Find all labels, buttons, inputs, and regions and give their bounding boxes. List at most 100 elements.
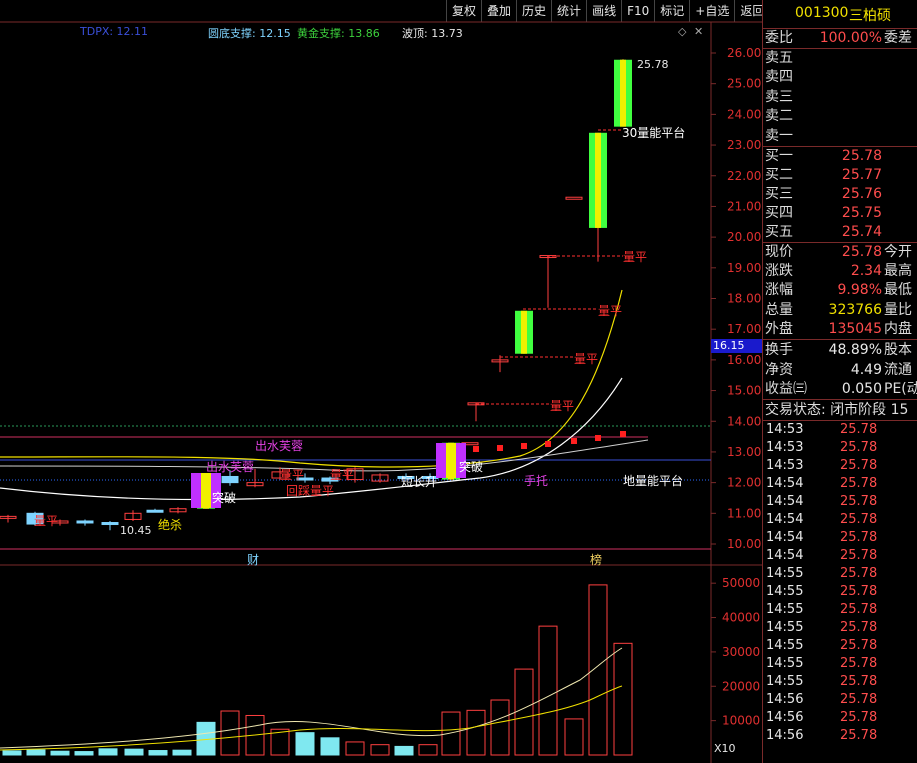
bid-row-3-value: 25.75: [841, 205, 882, 221]
tick-price: 25.78: [840, 422, 878, 437]
volume-bar: [148, 750, 168, 756]
huiju-annotation: 回踩量平: [286, 484, 335, 498]
volume-axis-label: 50000: [722, 576, 760, 590]
close-icon[interactable]: ✕: [694, 25, 703, 38]
volume-bar: [418, 744, 438, 756]
bid-row-2: 买三 25.76: [763, 185, 917, 204]
stat2-row-2: 收益㈢ 0.050 PE(动: [763, 380, 917, 399]
stock-header: 001300 三柏硕: [763, 0, 917, 28]
bid-row-0-value: 25.78: [841, 148, 882, 164]
bid-row-4-value: 25.74: [841, 224, 882, 240]
tick-time: 14:55: [766, 566, 804, 581]
stock-name: 三柏硕: [849, 8, 891, 24]
stat-row-2: 涨幅 9.98% 最低: [763, 281, 917, 300]
bid-row-4-label: 买五: [765, 224, 793, 240]
price-axis-label: 16.00: [727, 353, 761, 367]
ask-row-4: 卖一: [763, 127, 917, 146]
tick-time: 14:56: [766, 710, 804, 725]
bid-row-3-label: 买四: [765, 205, 793, 221]
duanchang-annotation: 短长升: [401, 475, 438, 489]
stat-row-0-value: 25.78: [841, 244, 882, 260]
tick-row: 14:56 25.78: [763, 727, 917, 745]
volume-bar: [124, 748, 144, 756]
tick-price: 25.78: [840, 602, 878, 617]
tick-time: 14:55: [766, 602, 804, 617]
stat-row-0-label2: 今开: [884, 244, 912, 260]
tick-price: 25.78: [840, 548, 878, 563]
event-label-cai: 财: [247, 553, 260, 567]
ask-row-3-label: 卖二: [765, 108, 793, 125]
stat-row-1-value: 2.34: [850, 263, 882, 280]
wave-top-indicator: 波顶: 13.73: [402, 27, 463, 40]
tick-row: 14:54 25.78: [763, 529, 917, 547]
tick-row: 14:54 25.78: [763, 547, 917, 565]
candle-body: [76, 520, 94, 524]
liangping-annotation-2: 量平: [598, 304, 623, 318]
stat-row-1-label2: 最高: [884, 263, 912, 280]
price-axis-label: 17.00: [727, 322, 761, 336]
volume-bar: [370, 744, 390, 756]
signal-dot: [571, 438, 577, 444]
bid-row-2-value: 25.76: [841, 186, 882, 202]
volume-bar: [466, 709, 486, 756]
price-axis-label: 18.00: [727, 292, 761, 306]
liangping-annotation-6: 量平: [330, 468, 355, 482]
quote-panel: 001300 三柏硕 委比 100.00% 委差 卖五 卖四 卖三 卖二 卖一 买一 25…: [762, 0, 917, 763]
diamond-icon[interactable]: ◇: [678, 25, 686, 38]
candle-body-core: [620, 59, 626, 127]
tick-row: 14:55 25.78: [763, 583, 917, 601]
price-axis-label: 24.00: [727, 107, 761, 121]
bid-row-1-value: 25.77: [841, 167, 882, 183]
liangping-annotation-4: 量平: [550, 399, 575, 413]
volume-bar: [26, 749, 46, 756]
signal-dot: [473, 446, 479, 452]
tupo-annotation-2: 突破: [459, 460, 484, 474]
volume-bar: [394, 745, 414, 756]
tick-price: 25.78: [840, 530, 878, 545]
candle-body-core: [521, 310, 527, 354]
tick-time: 14:54: [766, 494, 804, 509]
bid-row-1: 买二 25.77: [763, 166, 917, 185]
tick-time: 14:54: [766, 476, 804, 491]
bid-row-4: 买五 25.74: [763, 223, 917, 242]
tick-time: 14:55: [766, 674, 804, 689]
volume-axis-label: 10000: [722, 714, 760, 728]
tick-row: 14:55 25.78: [763, 619, 917, 637]
tick-price: 25.78: [840, 638, 878, 653]
tick-row: 14:55 25.78: [763, 655, 917, 673]
tick-price: 25.78: [840, 440, 878, 455]
volume-bar: [320, 737, 340, 756]
stat-row-1-label: 涨跌: [765, 263, 793, 280]
tick-row: 14:55 25.78: [763, 565, 917, 583]
tick-price: 25.78: [840, 512, 878, 527]
ask-row-1-label: 卖四: [765, 69, 793, 86]
volume-axis-label: 20000: [722, 679, 760, 693]
liangping-annotation-1: 量平: [623, 250, 648, 264]
price-axis-label: 22.00: [727, 169, 761, 183]
tick-row: 14:56 25.78: [763, 709, 917, 727]
tick-row: 14:54 25.78: [763, 493, 917, 511]
volume-bar: [345, 741, 365, 756]
stat2-row-0: 换手 48.89% 股本: [763, 341, 917, 360]
current-price-tag: 16.15: [711, 339, 764, 353]
candle-body: [146, 509, 164, 513]
kline-chart[interactable]: 26.00 25.00 24.00 23.00 22.00 21.00 20.00 19.00…: [0, 0, 762, 763]
stat2-row-2-label: 收益㈢: [765, 381, 807, 397]
shoutuo-annotation: 手托: [524, 474, 549, 488]
event-label-bang: 榜: [590, 553, 603, 567]
bottom-support-indicator: 圆底支撑: 12.15: [208, 27, 291, 40]
volume-axis-label: 40000: [722, 611, 760, 625]
price-axis-label: 20.00: [727, 230, 761, 244]
signal-dot: [620, 431, 626, 437]
volume-bar: [564, 718, 584, 756]
stat2-row-2-label2: PE(动: [884, 381, 917, 397]
tick-price: 25.78: [840, 710, 878, 725]
high-price-annotation: 25.78: [637, 58, 669, 71]
ask-row-1: 卖四: [763, 68, 917, 87]
tick-price: 25.78: [840, 458, 878, 473]
tick-price: 25.78: [840, 674, 878, 689]
liangping-annotation-3: 量平: [574, 352, 599, 366]
low-price-annotation: 10.45: [120, 524, 152, 537]
volume-axis-label: 30000: [722, 645, 760, 659]
price-axis-label: 15.00: [727, 384, 761, 398]
